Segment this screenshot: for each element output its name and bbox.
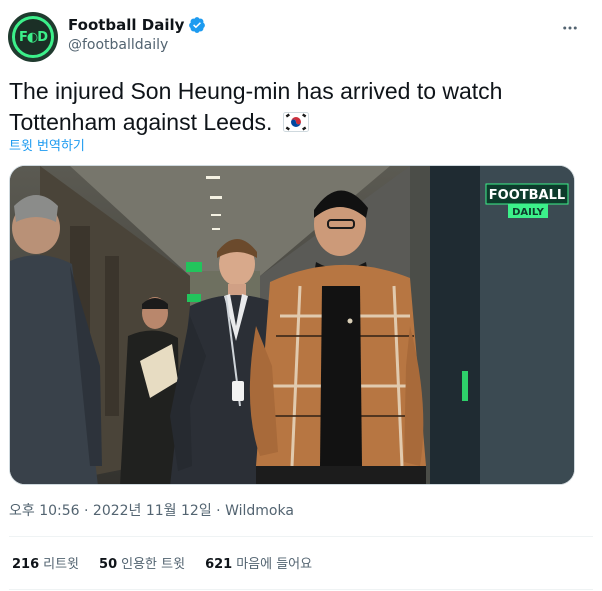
kr-flag-icon (282, 111, 309, 132)
retweets-count: 216 (12, 557, 40, 572)
quotes-count: 50 (99, 557, 118, 572)
media-badge-top: FOOTBALL (489, 188, 565, 203)
source-label[interactable]: Wildmoka (225, 503, 294, 519)
tweet-text: The injured Son Heung-min has arrived to… (9, 76, 579, 138)
more-options-icon[interactable] (558, 16, 582, 40)
media-photo: FOOTBALL DAILY (10, 166, 574, 484)
likes-stat[interactable]: 621 마음에 들어요 (205, 553, 312, 572)
retweets-label: 리트윗 (43, 557, 80, 572)
likes-count: 621 (205, 557, 233, 572)
tweet-media-image[interactable]: FOOTBALL DAILY (9, 165, 575, 485)
quotes-stat[interactable]: 50 인용한 트윗 (99, 553, 185, 572)
handle[interactable]: @footballdaily (68, 37, 206, 53)
likes-label: 마음에 들어요 (236, 557, 313, 572)
tweet-header: F◐D Football Daily @footballdaily (8, 10, 594, 66)
avatar-text: F◐D (18, 29, 48, 45)
tweet-body: The injured Son Heung-min has arrived to… (9, 78, 503, 135)
translate-tweet-link[interactable]: 트윗 번역하기 (9, 135, 85, 154)
avatar[interactable]: F◐D (8, 12, 58, 62)
display-name[interactable]: Football Daily (68, 16, 184, 34)
media-badge-bottom: DAILY (512, 207, 545, 218)
tweet-stats: 216 리트윗 50 인용한 트윗 621 마음에 들어요 (12, 553, 312, 572)
tweet-meta: 오후 10:56 · 2022년 11월 12일 · Wildmoka (9, 500, 294, 520)
retweets-stat[interactable]: 216 리트윗 (12, 553, 79, 572)
quotes-label: 인용한 트윗 (121, 557, 186, 572)
avatar-logo: F◐D (12, 16, 54, 58)
verified-badge-icon (189, 17, 206, 33)
divider (9, 589, 593, 590)
timestamp[interactable]: 오후 10:56 · 2022년 11월 12일 (9, 503, 212, 519)
meta-separator: · (216, 503, 221, 519)
divider (9, 536, 593, 537)
display-name-row: Football Daily (68, 16, 206, 34)
author-names: Football Daily @footballdaily (68, 16, 206, 53)
